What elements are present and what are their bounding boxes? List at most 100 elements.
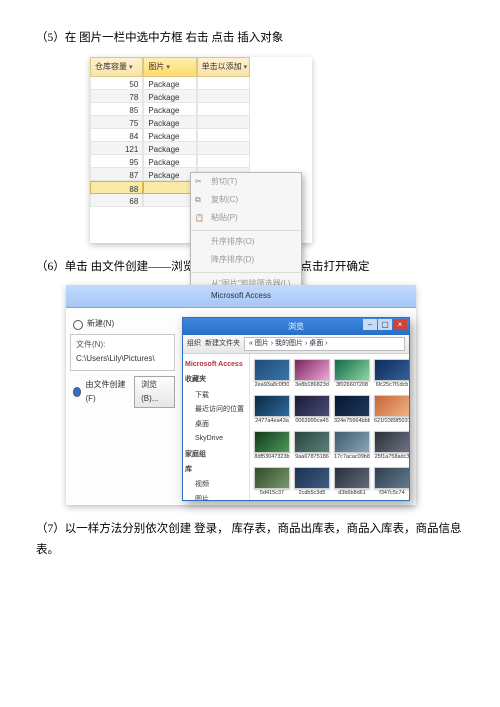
menu-sort-desc[interactable]: 降序排序(D)	[191, 251, 301, 269]
dialog-title-bar: 浏览 – ▢ ×	[183, 318, 409, 335]
step-7-text: （7）以一样方法分别依次创建 登录， 库存表，商品出库表，商品入库表，商品信息表…	[36, 519, 464, 560]
col-add[interactable]: 单击以添加	[197, 57, 250, 78]
table-row[interactable]: 84Package	[90, 129, 250, 142]
thumbnail-label: d3b6b8d61	[338, 489, 366, 499]
thumbnail-image	[374, 359, 409, 381]
thumbnail-image	[374, 467, 409, 489]
thumbnail-label: 2ea93a8c0f30	[255, 381, 290, 391]
sidebar-item-video[interactable]: 视频	[185, 478, 247, 493]
file-path-value: C:\Users\Lily\Pictures\	[76, 354, 155, 363]
thumbnail-label: 324e75664bbb	[334, 417, 370, 427]
thumbnail-label: 2477a4ea43a	[255, 417, 289, 427]
table-row[interactable]: 85Package	[90, 103, 250, 116]
list-item[interactable]: 324e75664bbb	[334, 395, 370, 427]
sidebar-item-downloads[interactable]: 下载	[185, 389, 247, 404]
menu-paste[interactable]: 粘贴(P)	[191, 209, 301, 227]
menu-sort-asc[interactable]: 升序排序(O)	[191, 233, 301, 251]
dialog-title: 浏览	[288, 320, 304, 334]
menu-cut[interactable]: 剪切(T)	[191, 173, 301, 191]
menu-copy[interactable]: 复制(C)	[191, 191, 301, 209]
screenshot-2: Microsoft Access 新建(N) 文件(N): C:\Users\L…	[66, 285, 416, 505]
sidebar-group-favorites: 收藏夹	[185, 374, 247, 387]
copy-icon	[195, 193, 205, 203]
radio-new[interactable]: 新建(N)	[70, 315, 175, 333]
breadcrumb-path[interactable]: « 图片 › 我的图片 › 桌面 ›	[244, 337, 405, 351]
screenshot-1: 仓库容量 图片 单击以添加 50Package78Package85Packag…	[90, 57, 312, 243]
thumbnail-label: 25f1a758adc3	[375, 453, 409, 463]
thumbnail-image	[294, 467, 330, 489]
thumbnail-label: 6fc25c7f1dcb	[376, 381, 409, 391]
step-7-label: （7）以一样方法分别依次创建 登录， 库存表，商品出库表，商品入库表，商品信息表…	[36, 523, 462, 556]
sidebar-item-app[interactable]: Microsoft Access	[185, 359, 247, 372]
app-title: Microsoft Access	[211, 289, 271, 303]
thumbnail-label: 621f2389f5031	[374, 417, 409, 427]
minimize-icon[interactable]: –	[363, 319, 377, 330]
thumbnail-image	[254, 359, 290, 381]
thumbnail-image	[334, 467, 370, 489]
thumbnail-label: 3e8b186823d	[295, 381, 329, 391]
thumbnail-label: 17c7acac09b8	[334, 453, 370, 463]
table-row[interactable]: 121Package	[90, 142, 250, 155]
list-item[interactable]: 2ea93a8c0f30	[254, 359, 290, 391]
dialog-sidebar: Microsoft Access 收藏夹 下载 最近访问的位置 桌面 SkyDr…	[183, 354, 250, 500]
table-row[interactable]: 50Package	[90, 77, 250, 90]
list-item[interactable]: 17c7acac09b8	[334, 431, 370, 463]
list-item[interactable]: d3b6b8d61	[334, 467, 370, 499]
table-header: 仓库容量 图片 单击以添加	[90, 57, 250, 78]
list-item[interactable]: 2cdb5c3d5	[294, 467, 330, 499]
thumbnail-label: 8df53047323b	[254, 453, 289, 463]
list-item[interactable]: 25f1a758adc3	[374, 431, 409, 463]
thumbnail-image	[254, 395, 290, 417]
list-item[interactable]: 3e8b186823d	[294, 359, 330, 391]
thumbnail-image	[294, 395, 330, 417]
thumbnail-image	[294, 431, 330, 453]
thumbnail-label: 3f026607208	[336, 381, 368, 391]
thumbnail-label: f347c5c74	[379, 489, 404, 499]
radio-from-file[interactable]: 由文件创建(F) 浏览(B)...	[70, 374, 175, 411]
sidebar-item-skydrive[interactable]: SkyDrive	[185, 432, 247, 447]
thumbnail-image	[334, 431, 370, 453]
table-row[interactable]: 78Package	[90, 90, 250, 103]
col-image[interactable]: 图片	[143, 57, 196, 78]
paste-icon	[195, 211, 205, 221]
list-item[interactable]: 621f2389f5031	[374, 395, 409, 427]
step-5-text: （5）在 图片一栏中选中方框 右击 点击 插入对象	[36, 28, 464, 49]
table-row[interactable]: 95Package	[90, 155, 250, 168]
sidebar-group-home: 家庭组	[185, 449, 247, 462]
thumbnail-label: 9aa67875186	[295, 453, 329, 463]
list-item[interactable]: 0063999ca45	[294, 395, 330, 427]
list-item[interactable]: 8df53047323b	[254, 431, 290, 463]
sidebar-item-recent[interactable]: 最近访问的位置	[185, 403, 247, 418]
thumbnail-image	[374, 431, 409, 453]
browse-button[interactable]: 浏览(B)...	[134, 376, 175, 409]
list-item[interactable]: 2477a4ea43a	[254, 395, 290, 427]
list-item[interactable]: 3f026607208	[334, 359, 370, 391]
new-folder-button[interactable]: 新建文件夹	[205, 338, 240, 351]
file-path-field: 文件(N): C:\Users\Lily\Pictures\	[70, 334, 175, 371]
organize-button[interactable]: 组织	[187, 338, 201, 351]
thumbnail-label: 2cdb5c3d5	[299, 489, 326, 499]
thumbnail-label: 5d415c37	[260, 489, 284, 499]
maximize-icon[interactable]: ▢	[378, 319, 392, 330]
dialog-toolbar: 组织 新建文件夹 « 图片 › 我的图片 › 桌面 ›	[183, 335, 409, 354]
app-title-bar: Microsoft Access	[66, 285, 416, 308]
col-capacity[interactable]: 仓库容量	[90, 57, 143, 78]
list-item[interactable]: 9aa67875186	[294, 431, 330, 463]
step-5-label: （5）在 图片一栏中选中方框 右击 点击 插入对象	[36, 32, 283, 44]
close-icon[interactable]: ×	[393, 319, 407, 330]
sidebar-item-pictures[interactable]: 图片	[185, 493, 247, 501]
browse-dialog: 浏览 – ▢ × 组织 新建文件夹 « 图片 › 我的图片 › 桌面 › Mic…	[182, 317, 410, 501]
thumbnail-image	[254, 431, 290, 453]
list-item[interactable]: f347c5c74	[374, 467, 409, 499]
thumbnail-image	[374, 395, 409, 417]
list-item[interactable]: 6fc25c7f1dcb	[374, 359, 409, 391]
thumbnail-image	[294, 359, 330, 381]
table-row[interactable]: 75Package	[90, 116, 250, 129]
list-item[interactable]: 5d415c37	[254, 467, 290, 499]
thumbnail-label: 0063999ca45	[295, 417, 328, 427]
sidebar-item-desktop[interactable]: 桌面	[185, 418, 247, 433]
insert-object-panel: 新建(N) 文件(N): C:\Users\Lily\Pictures\ 由文件…	[70, 315, 175, 410]
thumbnail-image	[334, 395, 370, 417]
thumbnails-grid: 2ea93a8c0f30 3e8b186823d 3f026607208 6fc25c…	[250, 354, 409, 500]
sidebar-group-libs: 库	[185, 464, 247, 477]
